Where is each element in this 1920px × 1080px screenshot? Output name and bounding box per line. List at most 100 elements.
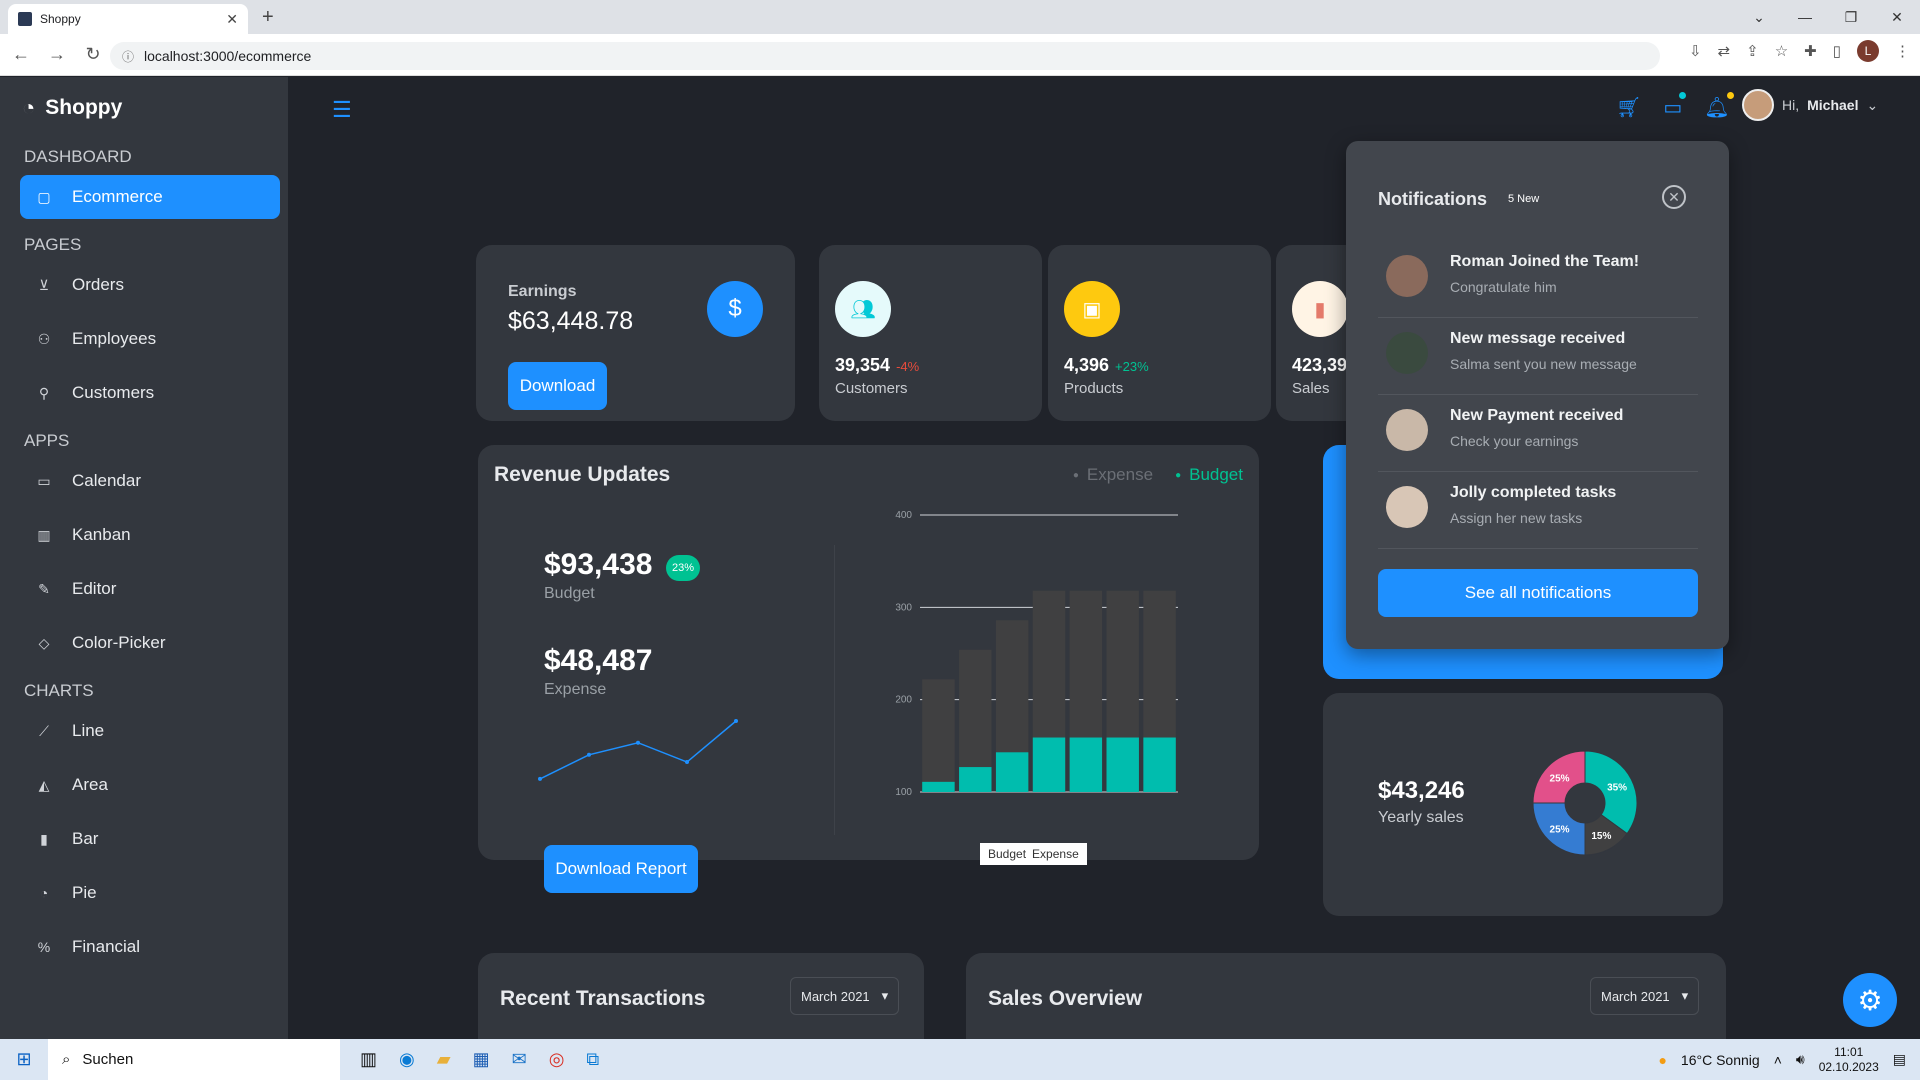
forward-icon[interactable]: →	[46, 44, 68, 65]
legend-budget[interactable]: ● Budget	[1175, 465, 1243, 485]
install-icon[interactable]: ⇩	[1689, 42, 1702, 60]
windows-start-icon[interactable]: ⊞	[0, 1049, 48, 1070]
sidebar-item-bar[interactable]: ▮ Bar	[20, 817, 280, 861]
chevron-down-icon: ⌄	[1866, 96, 1879, 113]
sidebar-item-editor[interactable]: ✎ Editor	[20, 567, 280, 611]
minimize-icon[interactable]: —	[1782, 0, 1828, 34]
greeting: Hi,	[1782, 97, 1800, 113]
restore-icon[interactable]: ❐	[1828, 0, 1874, 34]
close-icon[interactable]: ✕	[1662, 185, 1686, 209]
dollar-icon[interactable]: $	[707, 281, 763, 337]
close-tab-icon[interactable]: ✕	[226, 11, 238, 28]
sidebar-item-label: Ecommerce	[72, 187, 163, 206]
revenue-bar-chart: 100200300400JanFebMarAprMayJunJuly	[895, 510, 1178, 798]
sidebar-item-pie[interactable]: ◔ Pie	[20, 871, 280, 915]
download-button[interactable]: Download	[508, 362, 607, 410]
sidebar-item-area[interactable]: ◭ Area	[20, 763, 280, 807]
chat-icon[interactable]: ▭	[1663, 92, 1687, 120]
file-explorer-icon[interactable]: ▰	[437, 1049, 451, 1070]
notification-item[interactable]: Roman Joined the Team! Congratulate him	[1378, 241, 1698, 318]
notification-center-icon[interactable]: ▤	[1893, 1051, 1906, 1068]
task-view-icon[interactable]: ▥	[360, 1049, 377, 1070]
sidebar-item-financial[interactable]: % Financial	[20, 925, 280, 969]
notification-item[interactable]: Jolly completed tasks Assign her new task…	[1378, 472, 1698, 549]
tray-chevron-icon[interactable]: ˄	[1774, 1052, 1782, 1068]
windows-taskbar: ⊞ ⌕ Suchen ▥ ◉ ▰ ▦ ✉ ◎ ⧉ ● 16°C Sonnig ˄…	[0, 1039, 1920, 1080]
translate-icon[interactable]: ⇄	[1718, 42, 1731, 60]
sparkline-point	[685, 760, 689, 765]
customers-icon[interactable]: 👥︎	[835, 281, 891, 337]
menu-kebab-icon[interactable]: ⋮	[1895, 42, 1910, 60]
sidebar-item-calendar[interactable]: ▭ Calendar	[20, 459, 280, 503]
sidebar-item-employees[interactable]: ⚇ Employees	[20, 317, 280, 361]
notification-item[interactable]: New Payment received Check your earnings	[1378, 395, 1698, 472]
info-icon[interactable]: ⓘ	[122, 48, 134, 65]
back-icon[interactable]: ←	[10, 44, 32, 65]
yearly-value: $43,246	[1378, 777, 1465, 804]
budget-bar	[922, 781, 955, 792]
notification-subtitle: Congratulate him	[1450, 279, 1557, 295]
app-logo[interactable]: ◔ Shoppy	[22, 95, 122, 121]
sales-month-select[interactable]: March 2021 ▾	[1590, 977, 1700, 1015]
sidebar-item-orders[interactable]: ⊻ Orders	[20, 263, 280, 307]
notification-subtitle: Assign her new tasks	[1450, 510, 1583, 526]
download-report-button[interactable]: Download Report	[544, 845, 698, 893]
sidebar-item-line[interactable]: ⟋ Line	[20, 709, 280, 753]
menu-toggle-icon[interactable]: ☰	[332, 97, 352, 123]
profile-avatar[interactable]: L	[1857, 40, 1879, 62]
sparkline-point	[587, 752, 591, 757]
chart-legend-budget[interactable]: Budget	[988, 847, 1026, 861]
store-icon[interactable]: ▦	[473, 1049, 490, 1070]
new-tab-icon[interactable]: +	[262, 6, 274, 29]
stat-value: 4,396 +23%	[1064, 355, 1149, 375]
see-all-notifications-button[interactable]: See all notifications	[1378, 569, 1698, 617]
stat-label: Customers	[835, 380, 908, 397]
edge-icon[interactable]: ◉	[399, 1049, 415, 1070]
notification-item[interactable]: New message received Salma sent you new m…	[1378, 318, 1698, 395]
reload-icon[interactable]: ↻	[82, 44, 104, 65]
sales-bar-icon[interactable]: ▮	[1292, 281, 1348, 337]
sidebar-item-label: Orders	[72, 275, 124, 294]
sidebar-item-kanban[interactable]: ▥ Kanban	[20, 513, 280, 557]
earnings-value: $63,448.78	[508, 307, 634, 335]
recent-month-select[interactable]: March 2021 ▾	[790, 977, 900, 1015]
cart-icon[interactable]: 🛒︎	[1616, 95, 1641, 120]
extensions-icon[interactable]: ✚	[1804, 42, 1817, 60]
share-icon[interactable]: ⇪	[1746, 42, 1759, 60]
close-window-icon[interactable]: ✕	[1874, 0, 1920, 34]
sidebar-item-customers[interactable]: ⚲ Customers	[20, 371, 280, 415]
bookmark-star-icon[interactable]: ☆	[1775, 42, 1788, 60]
notification-subtitle: Salma sent you new message	[1450, 356, 1637, 372]
clock[interactable]: 11:01 02.10.2023	[1819, 1045, 1879, 1075]
sidepanel-icon[interactable]: ▯	[1833, 42, 1841, 60]
browser-tab[interactable]: Shoppy ✕	[8, 4, 248, 34]
chrome-icon[interactable]: ◎	[549, 1049, 565, 1070]
sidebar-item-ecommerce[interactable]: ▢ Ecommerce	[20, 175, 280, 219]
taskbar-search[interactable]: ⌕ Suchen	[48, 1039, 340, 1080]
weather-icon[interactable]: ●	[1658, 1052, 1666, 1068]
address-bar[interactable]: ⓘ localhost:3000/ecommerce	[110, 42, 1660, 70]
notification-avatar	[1386, 332, 1428, 374]
sales-overview-card: Sales Overview March 2021 ▾	[966, 953, 1726, 1039]
notifications-title: Notifications	[1378, 189, 1488, 209]
chart-legend-expense[interactable]: Expense	[1032, 847, 1079, 861]
sidebar-item-label: Line	[72, 721, 105, 740]
y-tick-label: 100	[895, 787, 912, 798]
box-icon[interactable]: ▣	[1064, 281, 1120, 337]
weather-text[interactable]: 16°C Sonnig	[1681, 1052, 1760, 1068]
user-profile-button[interactable]: Hi, Michael ⌄	[1742, 89, 1878, 121]
bell-icon[interactable]: 🔔︎	[1704, 92, 1734, 120]
tab-search-icon[interactable]: ⌄	[1736, 0, 1782, 34]
sidebar-item-color-picker[interactable]: ◇ Color-Picker	[20, 621, 280, 665]
speaker-icon[interactable]: 🔊︎	[1796, 1051, 1805, 1068]
legend-expense[interactable]: ● Expense	[1073, 465, 1153, 485]
notification-title: Roman Joined the Team!	[1450, 253, 1640, 270]
system-tray: ● 16°C Sonnig ˄ 🔊︎ 11:01 02.10.2023 ▤	[1658, 1039, 1906, 1080]
window-controls: ⌄ — ❐ ✕	[1736, 0, 1920, 34]
earnings-label: Earnings	[508, 283, 577, 300]
financial-icon: %	[37, 939, 51, 955]
settings-gear-icon[interactable]: ⚙	[1843, 973, 1897, 1027]
vscode-icon[interactable]: ⧉	[586, 1049, 599, 1070]
top-actions: 🛒︎ ▭ 🔔︎	[1616, 92, 1734, 120]
mail-icon[interactable]: ✉	[512, 1049, 527, 1070]
